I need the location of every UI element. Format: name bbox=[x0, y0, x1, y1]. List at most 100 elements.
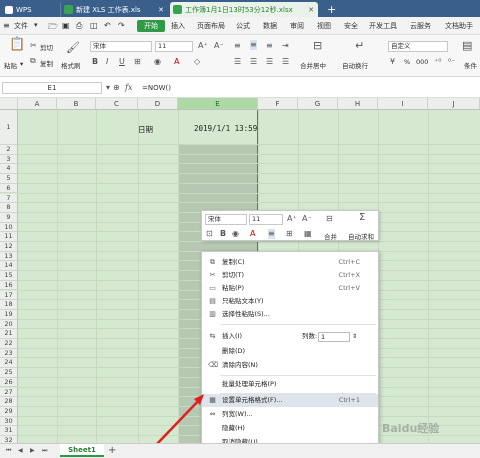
menu-icon[interactable]: ≡ bbox=[3, 21, 10, 30]
tab-doc-assistant[interactable]: 文档助手 bbox=[445, 21, 473, 31]
cell-e1[interactable]: 2019/1/1 13:59 bbox=[194, 124, 257, 133]
name-box[interactable]: E1 bbox=[2, 82, 102, 94]
underline-icon[interactable]: U bbox=[119, 57, 125, 67]
merge-center-button[interactable]: 合并居中 bbox=[300, 60, 326, 70]
row-header[interactable]: 10 bbox=[0, 222, 18, 233]
font-shrink-icon[interactable]: A⁻ bbox=[214, 41, 224, 51]
row-header[interactable]: 14 bbox=[0, 261, 18, 272]
auto-wrap-button[interactable]: 自动换行 bbox=[342, 60, 368, 70]
clear-format-icon[interactable]: ◇ bbox=[194, 57, 200, 67]
font-grow-icon[interactable]: A⁺ bbox=[287, 214, 297, 224]
row-header[interactable]: 9 bbox=[0, 212, 18, 223]
justify-icon[interactable]: ☰ bbox=[282, 57, 289, 67]
tab-cloud[interactable]: 云服务 bbox=[410, 21, 431, 31]
row-header[interactable]: 23 bbox=[0, 348, 18, 359]
chevron-down-icon[interactable]: ▾ bbox=[20, 60, 23, 68]
tab-start[interactable]: 开始 bbox=[137, 20, 165, 32]
thousands-button[interactable]: 000 bbox=[416, 58, 428, 66]
menu-item-format-cells[interactable]: ▦ 设置单元格格式(F)... Ctrl+1 bbox=[202, 394, 378, 407]
row-header[interactable]: 11 bbox=[0, 232, 18, 242]
row-header[interactable]: 18 bbox=[0, 300, 18, 310]
menu-item-paste-text[interactable]: ▤ 只粘贴文本(Y) bbox=[202, 295, 378, 308]
merge-icon[interactable]: ⊟ bbox=[326, 214, 333, 224]
tab-page-layout[interactable]: 页面布局 bbox=[197, 21, 225, 31]
row-header[interactable]: 28 bbox=[0, 397, 18, 407]
first-sheet-icon[interactable]: ⏮ bbox=[6, 446, 11, 456]
align-icon[interactable]: ≡ bbox=[268, 229, 275, 239]
font-size-select[interactable]: 11 bbox=[155, 41, 193, 52]
app-tab[interactable]: WPS bbox=[2, 2, 60, 17]
chevron-down-icon[interactable]: ▾ bbox=[34, 21, 38, 29]
format-painter-button[interactable]: 格式刷 bbox=[61, 60, 81, 70]
column-header-d[interactable]: D bbox=[138, 98, 178, 110]
row-header[interactable]: 5 bbox=[0, 174, 18, 184]
column-header-g[interactable]: G bbox=[298, 98, 338, 110]
number-format-select[interactable]: 自定义 bbox=[388, 41, 448, 52]
column-header-h[interactable]: H bbox=[338, 98, 378, 110]
column-header-b[interactable]: B bbox=[57, 98, 96, 110]
increase-decimal-icon[interactable]: ⁺⁰ bbox=[434, 57, 441, 67]
align-middle-icon[interactable]: ≡ bbox=[250, 40, 257, 50]
row-header[interactable]: 24 bbox=[0, 358, 18, 369]
redo-icon[interactable]: ↷ bbox=[118, 21, 125, 30]
row-header[interactable]: 4 bbox=[0, 164, 18, 175]
format-painter-icon[interactable]: 🖌 bbox=[66, 42, 80, 53]
column-header-c[interactable]: C bbox=[96, 98, 138, 110]
format-icon[interactable]: ⊡ bbox=[206, 229, 213, 239]
column-header-e[interactable]: E bbox=[178, 98, 258, 110]
tab-xlsx-file[interactable]: 工作簿1月1日13时53分12秒.xlsx ✕ bbox=[170, 2, 318, 17]
tab-view[interactable]: 视图 bbox=[317, 21, 331, 31]
row-header[interactable]: 21 bbox=[0, 329, 18, 339]
merge-icon[interactable]: ⊟ bbox=[313, 40, 322, 51]
next-sheet-icon[interactable]: ▶ bbox=[30, 446, 35, 456]
row-header[interactable]: 8 bbox=[0, 203, 18, 213]
sum-icon[interactable]: Σ bbox=[359, 213, 365, 223]
prev-sheet-icon[interactable]: ◀ bbox=[18, 446, 23, 456]
mini-size-select[interactable]: 11 bbox=[249, 214, 283, 225]
menu-item-cut[interactable]: ✂ 剪切(T) Ctrl+X bbox=[202, 269, 378, 282]
mini-autosum-button[interactable]: 自动求和 bbox=[348, 231, 374, 241]
row-header[interactable]: 12 bbox=[0, 242, 18, 252]
bold-icon[interactable]: B bbox=[92, 57, 98, 67]
tab-xls-file[interactable]: 新建 XLS 工作表.xls ✕ bbox=[60, 2, 168, 17]
close-icon[interactable]: ✕ bbox=[158, 6, 164, 14]
last-sheet-icon[interactable]: ⏭ bbox=[42, 446, 47, 456]
select-all-corner[interactable] bbox=[0, 98, 18, 110]
fill-color-icon[interactable]: ◉ bbox=[232, 229, 239, 239]
decrease-decimal-icon[interactable]: ⁰⁻ bbox=[448, 57, 455, 67]
font-grow-icon[interactable]: A⁺ bbox=[198, 41, 208, 51]
chevron-down-icon[interactable]: ▾ bbox=[106, 83, 110, 93]
undo-icon[interactable]: ↶ bbox=[104, 21, 111, 30]
row-header[interactable]: 16 bbox=[0, 280, 18, 291]
zoom-icon[interactable]: ⊕ bbox=[113, 83, 120, 93]
row-header[interactable]: 13 bbox=[0, 251, 18, 262]
formula-input[interactable]: =NOW() bbox=[142, 84, 171, 92]
mini-font-select[interactable]: 宋体 bbox=[205, 214, 247, 225]
menu-item-col-width[interactable]: ⇔ 列宽(W)... bbox=[202, 408, 378, 421]
menu-item-delete[interactable]: 删除(D) bbox=[202, 345, 378, 358]
tab-formulas[interactable]: 公式 bbox=[236, 21, 250, 31]
menu-item-paste[interactable]: ▭ 粘贴(P) Ctrl+V bbox=[202, 282, 378, 295]
tab-review[interactable]: 审阅 bbox=[290, 21, 304, 31]
bold-icon[interactable]: B bbox=[220, 229, 226, 239]
row-header[interactable]: 19 bbox=[0, 309, 18, 320]
menu-item-paste-special[interactable]: ▥ 选择性粘贴(S)... bbox=[202, 308, 378, 321]
menu-item-clear[interactable]: ⌫ 清除内容(N) bbox=[202, 359, 378, 372]
conditional-format-icon[interactable]: ▤ bbox=[462, 40, 472, 51]
add-sheet-button[interactable]: + bbox=[108, 444, 116, 457]
border-icon[interactable]: ⊞ bbox=[286, 229, 293, 239]
row-header[interactable]: 1 bbox=[0, 110, 18, 145]
font-color-icon[interactable]: A bbox=[174, 57, 179, 67]
wrap-icon[interactable]: ↵ bbox=[355, 40, 364, 51]
align-left-icon[interactable]: ☰ bbox=[234, 57, 241, 67]
row-header[interactable]: 2 bbox=[0, 145, 18, 155]
column-header-i[interactable]: I bbox=[378, 98, 428, 110]
copy-button[interactable]: 复制 bbox=[40, 58, 53, 68]
border-icon[interactable]: ⊞ bbox=[134, 57, 141, 67]
currency-icon[interactable]: ¥ bbox=[390, 57, 395, 67]
open-icon[interactable]: 🗁 bbox=[48, 21, 58, 35]
align-center-icon[interactable]: ☰ bbox=[250, 57, 257, 67]
column-header-j[interactable]: J bbox=[428, 98, 480, 110]
paste-button[interactable]: 粘贴 bbox=[4, 60, 17, 70]
cell-d1[interactable]: 日期 bbox=[138, 124, 153, 135]
